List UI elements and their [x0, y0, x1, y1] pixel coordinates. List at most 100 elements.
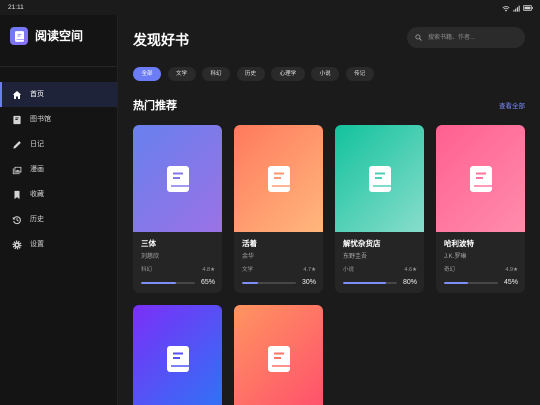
filter-chips: 全部 文学 科幻 历史 心理学 小说 传记 — [133, 67, 374, 81]
book-card[interactable] — [234, 305, 323, 405]
book-cover — [133, 305, 222, 405]
book-title: 解忧杂货店 — [343, 239, 381, 248]
book-icon — [14, 30, 24, 42]
book-genre: 文学 — [242, 266, 254, 273]
progress-percent: 30% — [301, 279, 316, 286]
filter-chip-psychology[interactable]: 心理学 — [271, 67, 305, 81]
progress-fill — [343, 281, 387, 285]
progress-bar — [141, 281, 195, 285]
sidebar-item-label: 收藏 — [30, 191, 44, 198]
sidebar: 阅读空间 首页 图书馆 日记 漫画 收藏 历史 设置 — [0, 15, 118, 405]
book-cover — [234, 125, 323, 232]
home-icon — [12, 90, 22, 100]
sidebar-item-label: 历史 — [30, 216, 44, 223]
book-author: J.K.罗琳 — [444, 254, 467, 260]
sidebar-item-label: 日记 — [30, 141, 44, 148]
book-card[interactable]: 三体 刘慈欣 科幻 4.8★ 65% — [133, 125, 222, 293]
book-cover — [335, 125, 424, 232]
progress-bar — [242, 281, 296, 285]
book-genre: 奇幻 — [444, 266, 456, 273]
status-icons — [502, 4, 533, 12]
reading-progress: 45% — [444, 279, 518, 287]
book-icon — [267, 165, 290, 192]
progress-bar — [444, 281, 498, 285]
progress-bar — [343, 281, 397, 285]
book-author: 东野圭吾 — [343, 254, 368, 260]
book-info: 哈利波特 J.K.罗琳 奇幻 4.9★ 45% — [436, 232, 525, 293]
book-rating: 4.7★ — [303, 266, 316, 273]
sidebar-item-comics[interactable]: 漫画 — [0, 157, 117, 182]
sidebar-item-history[interactable]: 历史 — [0, 207, 117, 232]
sidebar-item-label: 设置 — [30, 241, 44, 248]
book-info: 解忧杂货店 东野圭吾 小说 4.6★ 80% — [335, 232, 424, 293]
progress-percent: 45% — [503, 279, 518, 286]
book-rating: 4.6★ — [404, 266, 417, 273]
filter-chip-literature[interactable]: 文学 — [167, 67, 196, 81]
book-genre: 科幻 — [141, 266, 153, 273]
sidebar-item-label: 图书馆 — [30, 116, 51, 123]
book-meta: 小说 4.6★ — [343, 267, 417, 274]
search-input[interactable] — [428, 31, 517, 44]
book-title: 活着 — [242, 239, 257, 248]
page-title: 发现好书 — [133, 32, 189, 48]
book-card[interactable]: 活着 余华 文学 4.7★ 30% — [234, 125, 323, 293]
sidebar-item-settings[interactable]: 设置 — [0, 232, 117, 257]
sidebar-item-favorites[interactable]: 收藏 — [0, 182, 117, 207]
progress-percent: 80% — [402, 279, 417, 286]
book-meta: 奇幻 4.9★ — [444, 267, 518, 274]
gear-icon — [12, 239, 22, 250]
view-all-link[interactable]: 查看全部 — [499, 102, 525, 111]
book-icon — [166, 345, 189, 372]
book-title: 哈利波特 — [444, 239, 474, 248]
pen-icon — [12, 140, 22, 150]
book-cover — [133, 125, 222, 232]
sidebar-item-diary[interactable]: 日记 — [0, 132, 117, 157]
book-card[interactable]: 哈利波特 J.K.罗琳 奇幻 4.9★ 45% — [436, 125, 525, 293]
book-info: 三体 刘慈欣 科幻 4.8★ 65% — [133, 232, 222, 293]
progress-percent: 65% — [200, 279, 215, 286]
sidebar-item-home[interactable]: 首页 — [0, 82, 117, 107]
book-card[interactable]: 解忧杂货店 东野圭吾 小说 4.6★ 80% — [335, 125, 424, 293]
book-meta: 科幻 4.8★ — [141, 267, 215, 274]
sidebar-item-label: 首页 — [30, 91, 44, 98]
reading-progress: 80% — [343, 279, 417, 287]
book-title: 三体 — [141, 239, 156, 248]
app-logo[interactable] — [10, 27, 28, 45]
book-icon — [368, 165, 391, 192]
filter-chip-history[interactable]: 历史 — [236, 67, 265, 81]
status-time: 21:11 — [8, 4, 24, 11]
book-author: 刘慈欣 — [141, 254, 160, 260]
filter-chip-all[interactable]: 全部 — [133, 67, 162, 81]
search-icon — [415, 34, 422, 41]
wifi-icon — [502, 5, 510, 12]
book-card[interactable] — [133, 305, 222, 405]
book-grid: 三体 刘慈欣 科幻 4.8★ 65% 活着 余华 文学 4.7★ 30% 解忧杂… — [133, 125, 525, 405]
signal-icon — [513, 5, 520, 12]
book-icon — [267, 345, 290, 372]
sidebar-item-label: 漫画 — [30, 166, 44, 173]
search-box[interactable] — [407, 27, 525, 48]
library-icon — [12, 115, 22, 125]
battery-icon — [523, 5, 533, 11]
book-icon — [166, 165, 189, 192]
book-rating: 4.9★ — [505, 266, 518, 273]
reading-progress: 30% — [242, 279, 316, 287]
filter-chip-scifi[interactable]: 科幻 — [202, 67, 231, 81]
book-genre: 小说 — [343, 266, 355, 273]
sidebar-nav: 首页 图书馆 日记 漫画 收藏 历史 设置 — [0, 82, 117, 257]
book-icon — [469, 165, 492, 192]
progress-fill — [444, 281, 469, 285]
book-cover — [234, 305, 323, 405]
bookmark-icon — [12, 190, 22, 200]
filter-chip-biography[interactable]: 传记 — [345, 67, 374, 81]
book-meta: 文学 4.7★ — [242, 267, 316, 274]
progress-fill — [242, 281, 259, 285]
reading-progress: 65% — [141, 279, 215, 287]
main-content: 发现好书 全部 文学 科幻 历史 心理学 小说 传记 热门推荐 查看全部 三体 … — [118, 15, 540, 405]
filter-chip-fiction[interactable]: 小说 — [311, 67, 340, 81]
book-author: 余华 — [242, 254, 255, 260]
book-info: 活着 余华 文学 4.7★ 30% — [234, 232, 323, 293]
app-name: 阅读空间 — [35, 29, 84, 43]
sidebar-item-library[interactable]: 图书馆 — [0, 107, 117, 132]
status-bar: 21:11 — [0, 0, 540, 15]
